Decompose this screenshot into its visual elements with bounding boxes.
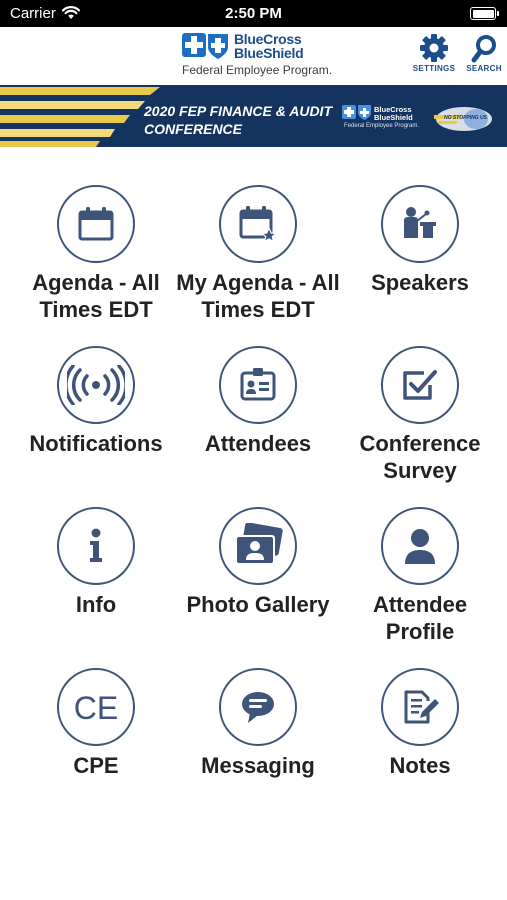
bcbs-logo: BlueCross BlueShield Federal Employee Pr…	[182, 31, 332, 79]
tile-agenda-label: Agenda - All Times EDT	[32, 270, 160, 322]
logo-line-blueshield: BlueShield	[234, 45, 304, 61]
tile-my-agenda[interactable]: My Agenda - All Times EDT	[174, 185, 342, 322]
tile-attendees[interactable]: Attendees	[174, 346, 342, 466]
tile-agenda-circle	[57, 185, 135, 263]
tile-conference-survey[interactable]: Conference Survey	[336, 346, 504, 483]
tile-speakers[interactable]: Speakers	[336, 185, 504, 305]
svg-text:CE: CE	[74, 690, 118, 726]
tile-conference-survey-circle	[381, 346, 459, 424]
tile-photo-gallery-circle	[219, 507, 297, 585]
banner-title-line1: 2020 FEP FINANCE & AUDIT	[144, 103, 332, 119]
tile-conference-survey-label: Conference Survey	[359, 431, 481, 483]
tile-notes-label: Notes	[389, 753, 451, 778]
status-bar: Carrier 2:50 PM	[0, 0, 507, 27]
logo-line-program: Federal Employee Program.	[182, 63, 333, 77]
tile-my-agenda-circle	[219, 185, 297, 263]
tile-notifications[interactable]: Notifications	[12, 346, 180, 466]
tile-cpe-label: CPE	[73, 753, 119, 778]
conference-banner: 2020 FEP FINANCE & AUDIT CONFERENCE Blue…	[0, 85, 507, 147]
tile-speakers-circle	[381, 185, 459, 263]
tile-notes[interactable]: Notes	[336, 668, 504, 788]
settings-label: SETTINGS	[412, 64, 456, 73]
tile-my-agenda-label: My Agenda - All Times EDT	[176, 270, 340, 322]
app-header: BlueCross BlueShield Federal Employee Pr…	[0, 27, 507, 85]
tile-speakers-label: Speakers	[371, 270, 469, 295]
tile-messaging-circle	[219, 668, 297, 746]
tile-cpe[interactable]: CE CPE	[12, 668, 180, 788]
tile-attendee-profile-label: Attendee Profile	[372, 592, 468, 644]
battery-icon	[470, 7, 499, 20]
tile-attendee-profile-circle	[381, 507, 459, 585]
status-time: 2:50 PM	[225, 5, 282, 22]
tile-info[interactable]: Info	[12, 507, 180, 627]
tile-info-label: Info	[75, 592, 117, 617]
tile-notifications-label: Notifications	[29, 431, 163, 456]
tile-attendee-profile[interactable]: Attendee Profile	[336, 507, 504, 644]
tile-notifications-circle	[57, 346, 135, 424]
tile-messaging-label: Messaging	[201, 753, 315, 778]
search-button[interactable]: SEARCH	[460, 31, 507, 79]
bcbs-cross-shield-icon	[182, 33, 230, 66]
no-stopping-us-emblem: NO STOPPING US	[432, 105, 494, 138]
tile-messaging[interactable]: Messaging	[174, 668, 342, 788]
tile-photo-gallery[interactable]: Photo Gallery	[174, 507, 342, 627]
settings-button[interactable]: SETTINGS	[410, 31, 458, 79]
tile-notes-circle	[381, 668, 459, 746]
tile-photo-gallery-label: Photo Gallery	[186, 592, 330, 617]
emblem-text: NO STOPPING US	[444, 115, 487, 121]
banner-logo-line3: Federal Employee Program.	[344, 123, 420, 129]
banner-title: 2020 FEP FINANCE & AUDIT CONFERENCE	[144, 102, 344, 138]
tile-attendees-label: Attendees	[204, 431, 312, 456]
tile-agenda[interactable]: Agenda - All Times EDT	[12, 185, 180, 322]
tile-attendees-circle	[219, 346, 297, 424]
tile-info-circle	[57, 507, 135, 585]
tile-cpe-circle: CE	[57, 668, 135, 746]
banner-logo-line2: BlueShield	[374, 113, 413, 122]
banner-title-line2: CONFERENCE	[144, 121, 243, 137]
banner-bcbs-logo: BlueCross BlueShield Federal Employee Pr…	[342, 105, 422, 133]
search-label: SEARCH	[466, 64, 502, 73]
